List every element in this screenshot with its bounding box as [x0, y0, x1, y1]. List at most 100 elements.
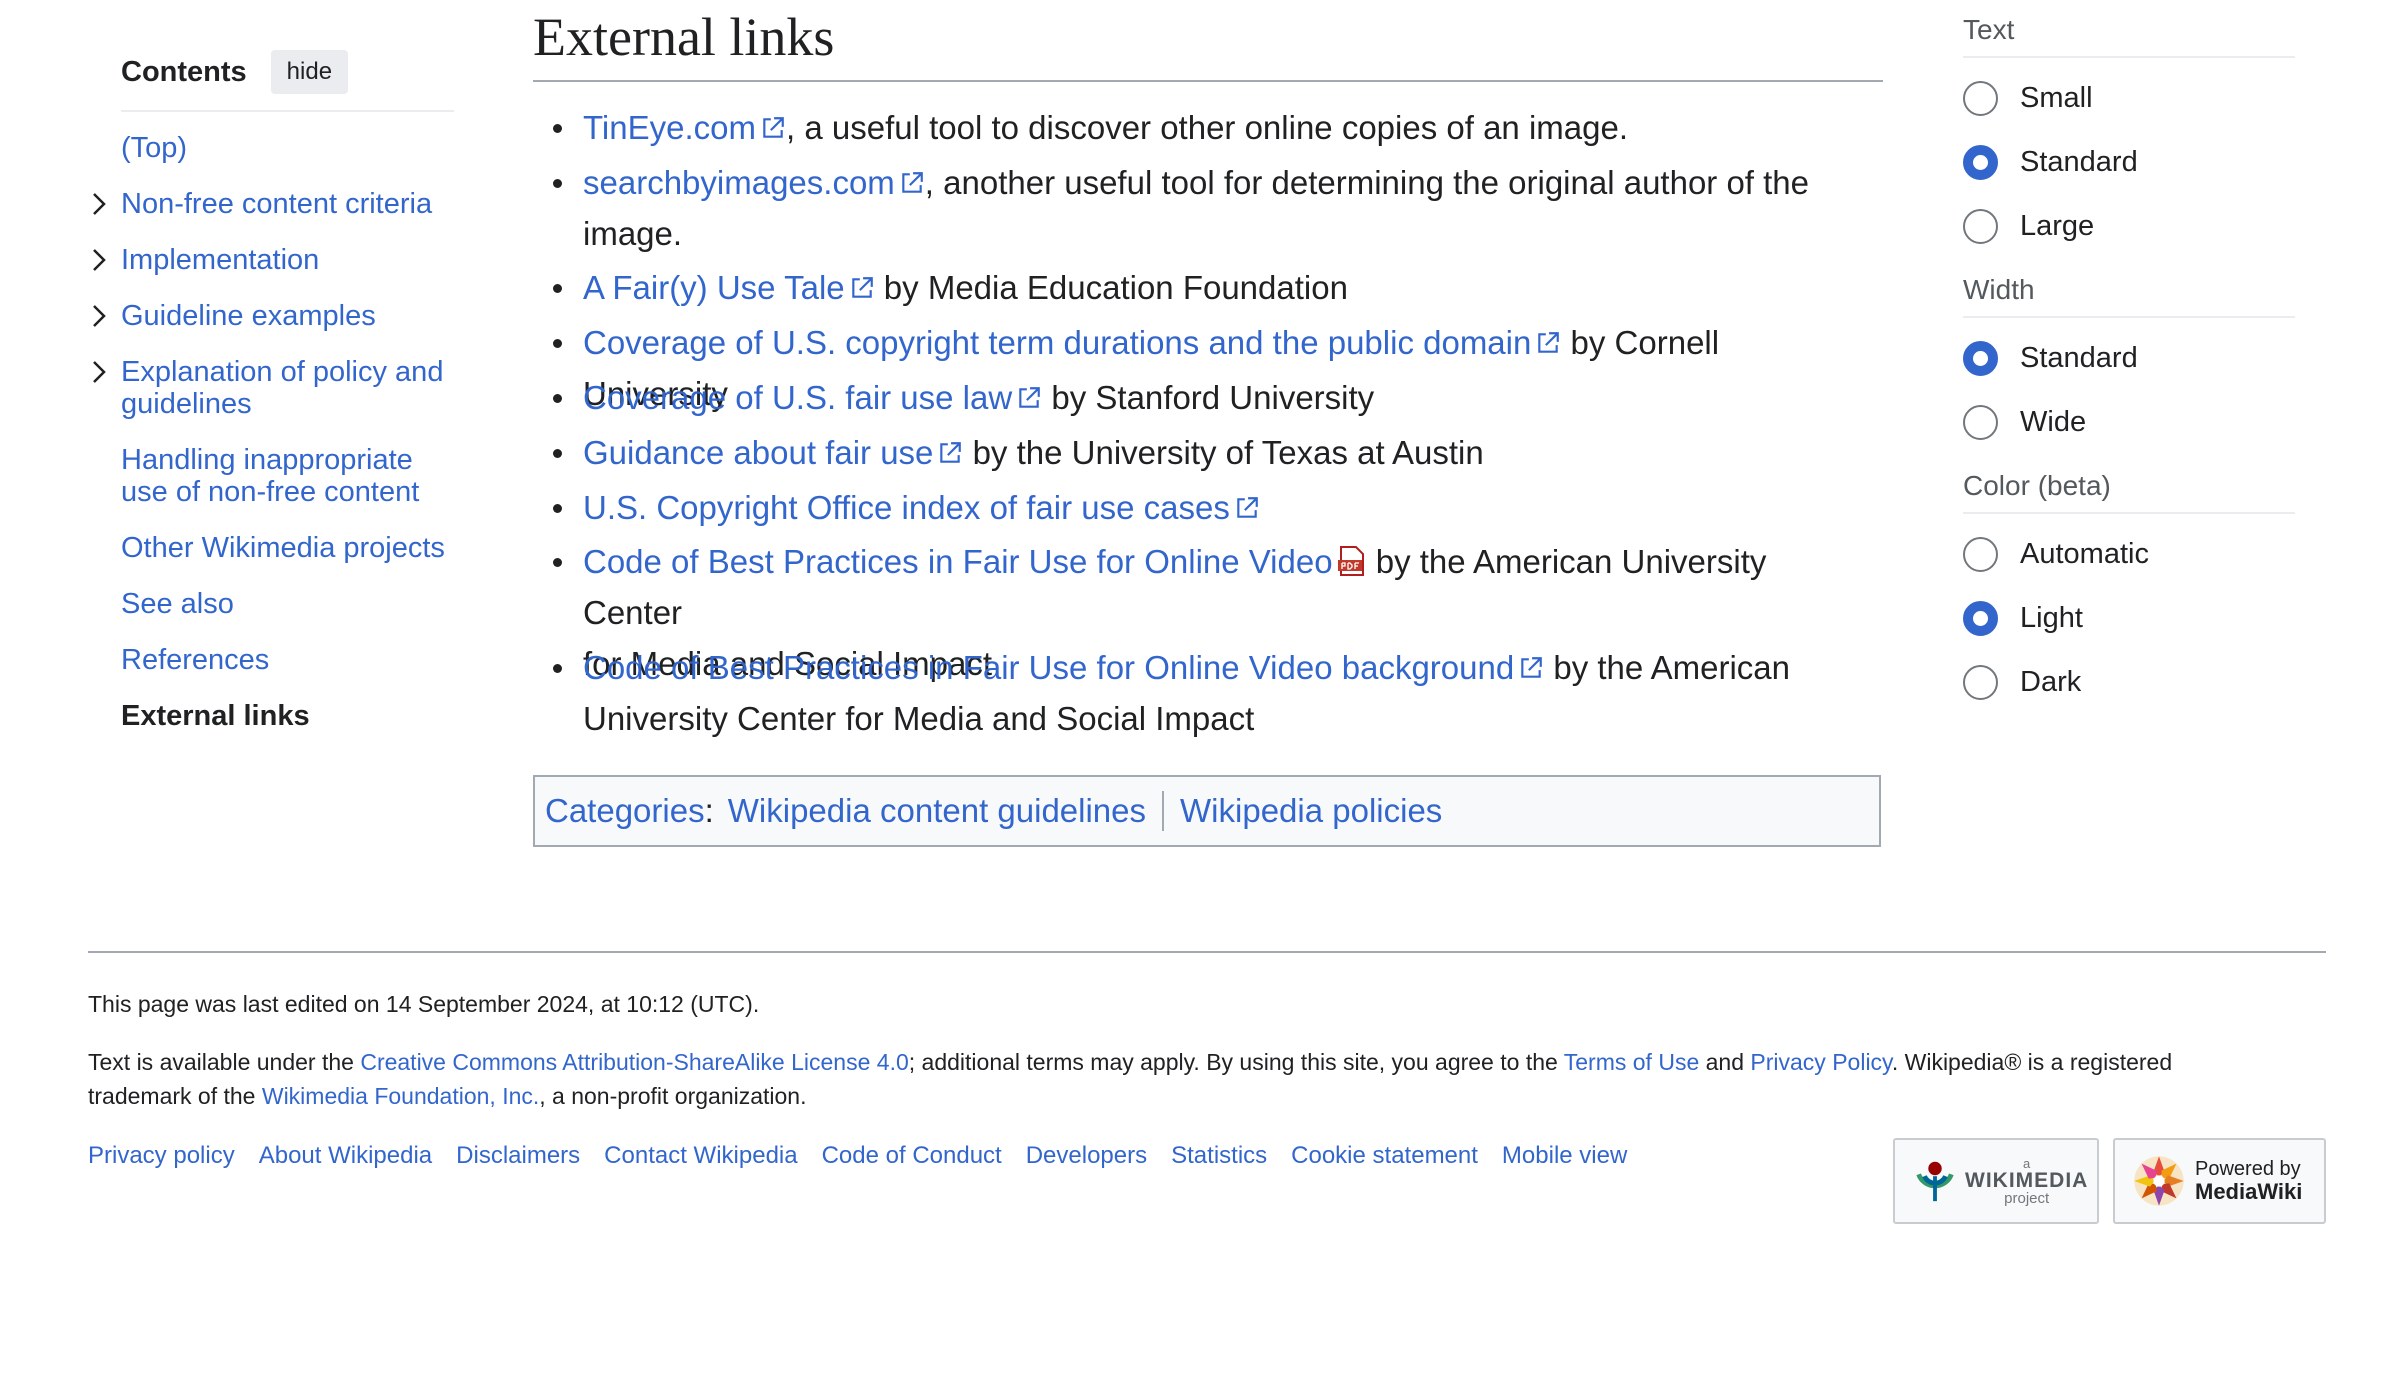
list-item: A Fair(y) Use Tale by Media Education Fo… — [553, 262, 1873, 313]
toc-item-references[interactable]: References — [121, 644, 454, 676]
toc-item-label[interactable]: See also — [121, 588, 234, 620]
toc-item-implementation[interactable]: Implementation — [93, 244, 454, 276]
toc-item-top[interactable]: (Top) — [121, 132, 454, 164]
toc-item-label[interactable]: Guideline examples — [121, 300, 376, 332]
radio-button-checked[interactable] — [1963, 600, 1998, 636]
text-size-title: Text — [1963, 14, 2295, 58]
footer-link-disclaimers[interactable]: Disclaimers — [456, 1142, 580, 1170]
text-size-standard-option[interactable]: Standard — [1963, 130, 2295, 194]
radio-button[interactable] — [1963, 208, 1998, 244]
footer-link-about[interactable]: About Wikipedia — [259, 1142, 432, 1170]
footer-link-cookie-statement[interactable]: Cookie statement — [1291, 1142, 1478, 1170]
radio-label: Wide — [2020, 405, 2087, 438]
badge-small-text: a — [2023, 1155, 2031, 1171]
toc-item-see-also[interactable]: See also — [121, 588, 454, 620]
link-description: by the American — [1544, 649, 1790, 686]
external-link-icon — [763, 117, 784, 138]
radio-label: Standard — [2020, 145, 2138, 178]
toc-item-label[interactable]: Explanation of policy and guidelines — [121, 356, 443, 420]
chevron-right-icon[interactable] — [89, 358, 109, 386]
toc-item-label[interactable]: References — [121, 644, 269, 676]
toc-item-external-links[interactable]: External links — [121, 700, 454, 732]
pdf-icon — [1337, 546, 1364, 576]
license-info: Text is available under the Creative Com… — [88, 1045, 2328, 1113]
chevron-right-icon[interactable] — [89, 302, 109, 330]
radio-label: Standard — [2020, 341, 2138, 374]
category-links-box: Categories: Wikipedia content guidelines… — [533, 775, 1881, 847]
powered-by-mediawiki-badge[interactable]: Powered by MediaWiki — [2113, 1138, 2326, 1224]
privacy-policy-link[interactable]: Privacy Policy — [1750, 1049, 1891, 1075]
footer-divider — [88, 951, 2326, 953]
footer-link-privacy-policy[interactable]: Privacy policy — [88, 1142, 235, 1170]
color-dark-option[interactable]: Dark — [1963, 650, 2295, 714]
badge-line1: Powered by — [2195, 1157, 2301, 1180]
footer-link-statistics[interactable]: Statistics — [1171, 1142, 1267, 1170]
footer-link-contact[interactable]: Contact Wikipedia — [604, 1142, 797, 1170]
external-link-icon — [1019, 387, 1041, 408]
external-link[interactable]: A Fair(y) Use Tale — [583, 269, 845, 306]
radio-button[interactable] — [1963, 536, 1998, 572]
external-link-icon — [940, 442, 962, 463]
footer-links: Privacy policy About Wikipedia Disclaime… — [88, 1142, 1627, 1170]
toc-item-label[interactable]: Implementation — [121, 244, 319, 276]
external-link[interactable]: Code of Best Practices in Fair Use for O… — [583, 543, 1333, 580]
radio-button-checked[interactable] — [1963, 144, 1998, 180]
badge-big-text: WIKIMEDIA — [1965, 1168, 2089, 1192]
terms-of-use-link[interactable]: Terms of Use — [1564, 1049, 1699, 1075]
radio-button[interactable] — [1963, 80, 1998, 116]
chevron-right-icon[interactable] — [89, 190, 109, 218]
width-options: Standard Wide — [1963, 326, 2295, 454]
external-link[interactable]: TinEye.com — [583, 109, 756, 146]
toc-item-other-wikimedia-projects[interactable]: Other Wikimedia projects — [121, 532, 454, 564]
text-size-options: Small Standard Large — [1963, 66, 2295, 258]
category-link[interactable]: Wikipedia content guidelines — [728, 792, 1146, 830]
toc-item-non-free-content-criteria[interactable]: Non-free content criteria — [93, 188, 454, 220]
list-item: U.S. Copyright Office index of fair use … — [553, 482, 1873, 533]
categories-link[interactable]: Categories — [545, 792, 705, 830]
toc-item-label[interactable]: (Top) — [121, 132, 187, 164]
width-wide-option[interactable]: Wide — [1963, 390, 2295, 454]
appearance-panel: Text Small Standard Large Width Standard… — [1963, 0, 2295, 714]
cc-license-link[interactable]: Creative Commons Attribution-ShareAlike … — [360, 1049, 908, 1075]
width-standard-option[interactable]: Standard — [1963, 326, 2295, 390]
license-text: , a non-profit organization. — [539, 1083, 807, 1109]
external-link-icon — [851, 277, 873, 298]
color-automatic-option[interactable]: Automatic — [1963, 522, 2295, 586]
radio-button[interactable] — [1963, 404, 1998, 440]
wikimedia-project-badge[interactable]: a WIKIMEDIA project — [1893, 1138, 2099, 1224]
external-link[interactable]: Coverage of U.S. fair use law — [583, 379, 1012, 416]
color-light-option[interactable]: Light — [1963, 586, 2295, 650]
toc-hide-button[interactable]: hide — [270, 50, 349, 94]
license-text: ; additional terms may apply. By using t… — [908, 1049, 1564, 1075]
toc-item-label[interactable]: Other Wikimedia projects — [121, 532, 445, 564]
radio-button-checked[interactable] — [1963, 340, 1998, 376]
radio-label: Light — [2020, 601, 2083, 634]
width-title: Width — [1963, 274, 2295, 318]
toc-item-guideline-examples[interactable]: Guideline examples — [93, 300, 454, 332]
wikimedia-logo-icon — [1916, 1161, 1954, 1202]
footer-link-code-of-conduct[interactable]: Code of Conduct — [822, 1142, 1002, 1170]
chevron-right-icon[interactable] — [89, 246, 109, 274]
link-description-cont: University Center for Media and Social I… — [583, 700, 1255, 737]
table-of-contents: Contents hide (Top) Non-free content cri… — [93, 48, 454, 732]
text-size-small-option[interactable]: Small — [1963, 66, 2295, 130]
toc-item-label[interactable]: External links — [121, 700, 310, 732]
footer-link-developers[interactable]: Developers — [1026, 1142, 1147, 1170]
text-size-large-option[interactable]: Large — [1963, 194, 2295, 258]
external-link[interactable]: Coverage of U.S. copyright term duration… — [583, 324, 1531, 361]
external-link[interactable]: searchbyimages.com — [583, 164, 895, 201]
wikimedia-foundation-link[interactable]: Wikimedia Foundation, Inc. — [262, 1083, 539, 1109]
external-link[interactable]: Code of Best Practices in Fair Use for O… — [583, 649, 1514, 686]
toc-item-explanation[interactable]: Explanation of policy and guidelines — [93, 356, 454, 420]
external-link[interactable]: Guidance about fair use — [583, 434, 933, 471]
toc-item-label[interactable]: Handling inappropriate use of non-free c… — [121, 444, 419, 508]
category-link[interactable]: Wikipedia policies — [1180, 792, 1442, 830]
radio-button[interactable] — [1963, 664, 1998, 700]
list-item: searchbyimages.com , another useful tool … — [553, 157, 1873, 259]
list-item: Code of Best Practices in Fair Use for O… — [553, 642, 1873, 744]
toc-item-label[interactable]: Non-free content criteria — [121, 188, 432, 220]
toc-item-handling-inappropriate-use[interactable]: Handling inappropriate use of non-free c… — [121, 444, 454, 508]
footer-link-mobile-view[interactable]: Mobile view — [1502, 1142, 1627, 1170]
radio-label: Small — [2020, 81, 2093, 114]
external-link[interactable]: U.S. Copyright Office index of fair use … — [583, 489, 1230, 526]
